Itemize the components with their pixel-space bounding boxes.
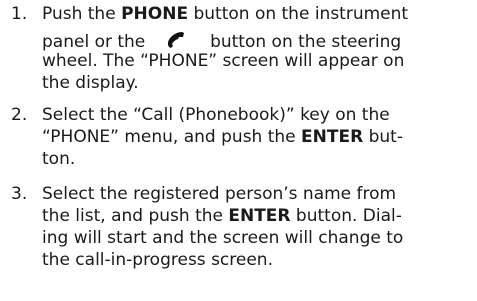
step-line: “PHONE” menu, and push the ENTER but-	[42, 127, 403, 148]
text: but-	[363, 127, 403, 147]
step-line: wheel. The “PHONE” screen will appear on	[42, 51, 405, 71]
text: button. Dial-	[290, 206, 402, 226]
text: Push the	[42, 4, 122, 24]
step-line: the display.	[42, 73, 139, 93]
bold-keyword: ENTER	[301, 127, 364, 147]
step-line: the call-in-progress screen.	[42, 250, 273, 270]
text: button on the instrument	[188, 4, 409, 24]
text: panel or the	[42, 32, 146, 52]
step-line: panel or the button on the steering	[42, 30, 401, 53]
bold-keyword: ENTER	[228, 206, 291, 226]
phone-handset-icon	[165, 30, 187, 50]
step-line: Push the PHONE button on the instrument	[42, 4, 408, 25]
text: “PHONE” menu, and push the	[42, 127, 302, 147]
instruction-list: 1. Push the PHONE button on the instrume…	[0, 0, 477, 301]
step-number: 3.	[11, 184, 28, 204]
step-line: ton.	[42, 149, 76, 169]
text: the list, and push the	[42, 206, 229, 226]
step-number: 1.	[11, 4, 28, 24]
step-line: the list, and push the ENTER button. Dia…	[42, 206, 402, 227]
step-line: ing will start and the screen will chang…	[42, 228, 404, 248]
step-line: Select the “Call (Phonebook)” key on the	[42, 105, 390, 125]
step-number: 2.	[11, 105, 28, 125]
step-line: Select the registered person’s name from	[42, 184, 397, 204]
bold-keyword: PHONE	[121, 4, 189, 24]
text: button on the steering	[210, 32, 402, 52]
